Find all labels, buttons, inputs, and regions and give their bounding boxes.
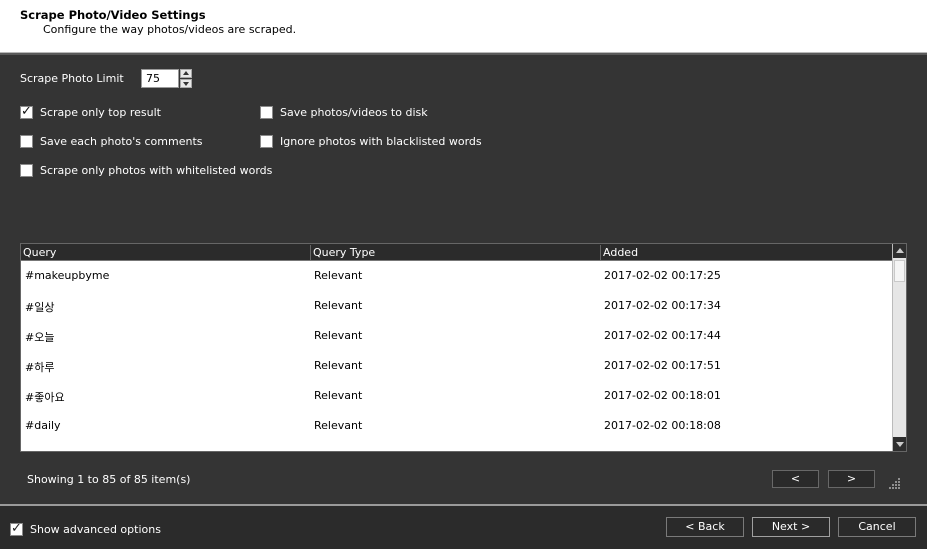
option-save-comments[interactable]: Save each photo's comments bbox=[20, 133, 203, 149]
cell-query-type: Relevant bbox=[314, 389, 363, 402]
cell-query-type: Relevant bbox=[314, 359, 363, 372]
option-save-to-disk[interactable]: Save photos/videos to disk bbox=[260, 104, 428, 120]
cancel-button[interactable]: Cancel bbox=[838, 517, 916, 537]
checkbox-show-advanced[interactable] bbox=[10, 521, 23, 536]
column-header-query[interactable]: Query bbox=[21, 245, 310, 260]
option-label: Ignore photos with blacklisted words bbox=[280, 134, 482, 148]
option-label: Scrape only top result bbox=[40, 105, 161, 119]
cell-query: #일상 bbox=[25, 301, 55, 314]
table-row[interactable]: #오늘 Relevant 2017-02-02 00:17:44 bbox=[21, 321, 892, 351]
checkbox-whitelisted-only[interactable] bbox=[20, 163, 33, 177]
back-button[interactable]: < Back bbox=[666, 517, 744, 537]
resize-grip-icon[interactable] bbox=[889, 478, 901, 490]
scroll-up-arrow-icon[interactable] bbox=[893, 244, 906, 258]
table-body: #makeupbyme Relevant 2017-02-02 00:17:25… bbox=[21, 261, 892, 451]
cell-query-type: Relevant bbox=[314, 269, 363, 282]
photo-limit-label: Scrape Photo Limit bbox=[20, 72, 124, 85]
table-row[interactable]: #makeupbyme Relevant 2017-02-02 00:17:25 bbox=[21, 261, 892, 291]
spinner-buttons bbox=[180, 69, 192, 88]
cell-query-type: Relevant bbox=[314, 299, 363, 312]
wizard-header: Scrape Photo/Video Settings Configure th… bbox=[0, 0, 927, 53]
cell-query-type: Relevant bbox=[314, 419, 363, 432]
page-subtitle: Configure the way photos/videos are scra… bbox=[43, 23, 297, 36]
table-row[interactable]: #하루 Relevant 2017-02-02 00:17:51 bbox=[21, 351, 892, 381]
scroll-down-arrow-icon[interactable] bbox=[893, 437, 906, 451]
cell-added: 2017-02-02 00:17:51 bbox=[604, 359, 721, 372]
cell-query: #makeupbyme bbox=[25, 269, 110, 282]
checkbox-save-comments[interactable] bbox=[20, 134, 33, 148]
cell-added: 2017-02-02 00:17:25 bbox=[604, 269, 721, 282]
cell-query: #좋아요 bbox=[25, 391, 65, 404]
next-page-button[interactable]: > bbox=[828, 470, 875, 488]
option-label: Save each photo's comments bbox=[40, 134, 203, 148]
next-button[interactable]: Next > bbox=[752, 517, 830, 537]
advanced-label: Show advanced options bbox=[30, 522, 161, 536]
option-scrape-top-result[interactable]: Scrape only top result bbox=[20, 104, 161, 120]
cell-query: #오늘 bbox=[25, 331, 55, 344]
checkbox-ignore-blacklisted[interactable] bbox=[260, 134, 273, 148]
pagination-status: Showing 1 to 85 of 85 item(s) bbox=[27, 473, 191, 486]
checkbox-save-to-disk[interactable] bbox=[260, 105, 273, 119]
option-ignore-blacklisted[interactable]: Ignore photos with blacklisted words bbox=[260, 133, 482, 149]
header-divider bbox=[0, 53, 927, 55]
column-header-added[interactable]: Added bbox=[600, 245, 892, 260]
cell-query-type: Relevant bbox=[314, 329, 363, 342]
cell-query: #daily bbox=[25, 419, 61, 432]
table-scrollbar[interactable] bbox=[892, 244, 906, 451]
table-row[interactable]: #일상 Relevant 2017-02-02 00:17:34 bbox=[21, 291, 892, 321]
wizard-footer: Show advanced options < Back Next > Canc… bbox=[0, 506, 927, 549]
cell-query: #하루 bbox=[25, 361, 55, 374]
spinner-down-button[interactable] bbox=[180, 79, 192, 88]
checkbox-scrape-top-result[interactable] bbox=[20, 104, 33, 119]
table-row[interactable]: #daily Relevant 2017-02-02 00:18:08 bbox=[21, 411, 892, 441]
cell-added: 2017-02-02 00:18:01 bbox=[604, 389, 721, 402]
spinner-up-button[interactable] bbox=[180, 69, 192, 78]
cell-added: 2017-02-02 00:18:08 bbox=[604, 419, 721, 432]
cell-added: 2017-02-02 00:17:44 bbox=[604, 329, 721, 342]
photo-limit-spinner bbox=[141, 69, 193, 88]
scrollbar-thumb[interactable] bbox=[894, 260, 905, 282]
cell-added: 2017-02-02 00:17:34 bbox=[604, 299, 721, 312]
page-title: Scrape Photo/Video Settings bbox=[20, 8, 206, 22]
photo-limit-input[interactable] bbox=[141, 69, 179, 88]
query-table: Query Query Type Added #makeupbyme Relev… bbox=[20, 243, 907, 452]
previous-page-button[interactable]: < bbox=[772, 470, 819, 488]
table-header: Query Query Type Added bbox=[21, 244, 892, 261]
table-row[interactable]: #좋아요 Relevant 2017-02-02 00:18:01 bbox=[21, 381, 892, 411]
option-label: Scrape only photos with whitelisted word… bbox=[40, 163, 273, 177]
option-label: Save photos/videos to disk bbox=[280, 105, 428, 119]
option-whitelisted-only[interactable]: Scrape only photos with whitelisted word… bbox=[20, 162, 272, 178]
show-advanced-options[interactable]: Show advanced options bbox=[10, 521, 161, 537]
column-header-query-type[interactable]: Query Type bbox=[310, 245, 600, 260]
